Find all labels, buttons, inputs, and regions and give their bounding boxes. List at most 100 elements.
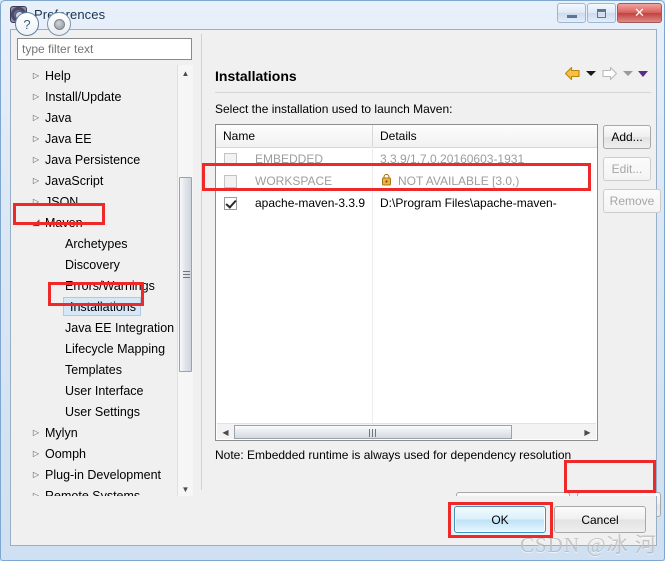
tree-item-label: JSON bbox=[45, 194, 79, 209]
tree-item-help[interactable]: Help bbox=[29, 65, 71, 86]
forward-arrow-icon bbox=[602, 66, 618, 81]
preferences-tree[interactable]: Help Install/Update Java Java EE Java Persis… bbox=[17, 65, 192, 515]
page-title: Installations bbox=[215, 68, 297, 84]
tree-item-label: Maven bbox=[45, 215, 83, 230]
title-bar: Preferences ✕ bbox=[1, 1, 664, 28]
tree-item-label: Java EE Integration bbox=[65, 320, 175, 335]
tree-selection-highlight: Installations bbox=[63, 297, 142, 316]
remove-button: Remove bbox=[603, 189, 661, 213]
tree-collapse-icon[interactable] bbox=[29, 135, 43, 143]
cell-details: 3.3.9/1.7.0.20160603-1931 bbox=[380, 152, 525, 166]
tree-item-label: Oomph bbox=[45, 446, 86, 461]
back-arrow-icon[interactable] bbox=[564, 66, 581, 81]
tree-item-install-update[interactable]: Install/Update bbox=[29, 86, 121, 107]
tree-item-installations[interactable]: Installations bbox=[63, 296, 142, 317]
tree-item-java-ee-integration[interactable]: Java EE Integration bbox=[63, 317, 174, 338]
tree-collapse-icon[interactable] bbox=[29, 72, 43, 80]
tree-item-label: Java bbox=[45, 110, 72, 125]
tree-item-plug-in-development[interactable]: Plug-in Development bbox=[29, 464, 161, 485]
maximize-button[interactable] bbox=[587, 3, 616, 23]
table-row[interactable]: apache-maven-3.3.9 D:\Program Files\apac… bbox=[216, 192, 597, 214]
tree-item-label: Java EE bbox=[45, 131, 92, 146]
table-row[interactable]: EMBEDDED 3.3.9/1.7.0.20160603-1931 bbox=[216, 148, 597, 170]
add-button-label: Add... bbox=[611, 130, 643, 144]
column-header-name[interactable]: Name bbox=[216, 125, 255, 147]
filter-input[interactable] bbox=[17, 38, 192, 60]
tree-item-label: Installations bbox=[70, 299, 137, 314]
status-dot-icon[interactable] bbox=[47, 12, 71, 36]
warning-icon bbox=[382, 174, 391, 186]
tree-item-oomph[interactable]: Oomph bbox=[29, 443, 86, 464]
help-icon[interactable]: ? bbox=[15, 12, 39, 36]
scroll-right-icon[interactable]: ▶ bbox=[580, 425, 595, 439]
tree-collapse-icon[interactable] bbox=[29, 198, 43, 206]
tree-item-errors-warnings[interactable]: Errors/Warnings bbox=[63, 275, 155, 296]
tree-item-label: Plug-in Development bbox=[45, 467, 162, 482]
close-button[interactable]: ✕ bbox=[617, 3, 662, 23]
tree-vscroll-thumb[interactable] bbox=[179, 177, 192, 372]
cell-details: D:\Program Files\apache-maven- bbox=[380, 196, 557, 210]
table-horizontal-scrollbar[interactable]: ◀ ▶ bbox=[217, 423, 596, 439]
minimize-icon bbox=[566, 14, 577, 18]
tree-item-templates[interactable]: Templates bbox=[63, 359, 122, 380]
tree-item-json[interactable]: JSON bbox=[29, 191, 78, 212]
tree-collapse-icon[interactable] bbox=[29, 429, 43, 437]
tree-item-label: Java Persistence bbox=[45, 152, 141, 167]
installations-pane: Installations Select the installation us… bbox=[211, 30, 661, 493]
table-header: Name Details bbox=[216, 125, 597, 148]
tree-item-label: Archetypes bbox=[65, 236, 128, 251]
tree-collapse-icon[interactable] bbox=[29, 93, 43, 101]
tree-item-label: Lifecycle Mapping bbox=[65, 341, 166, 356]
tree-item-user-settings[interactable]: User Settings bbox=[63, 401, 140, 422]
preferences-dialog: Preferences ✕ Help Install/Update Java Java… bbox=[0, 0, 665, 561]
tree-item-lifecycle-mapping[interactable]: Lifecycle Mapping bbox=[63, 338, 165, 359]
scroll-down-icon[interactable]: ▼ bbox=[178, 481, 193, 497]
cell-name: EMBEDDED bbox=[255, 152, 324, 166]
tree-item-maven[interactable]: Maven bbox=[29, 212, 83, 233]
edit-button-label: Edit... bbox=[611, 162, 643, 176]
tree-item-discovery[interactable]: Discovery bbox=[63, 254, 120, 275]
back-dropdown-icon[interactable] bbox=[586, 71, 596, 76]
cell-details: NOT AVAILABLE [3.0,) bbox=[398, 174, 520, 188]
ok-label: OK bbox=[491, 512, 509, 527]
pane-description: Select the installation used to launch M… bbox=[215, 102, 453, 116]
tree-collapse-icon[interactable] bbox=[29, 114, 43, 122]
view-menu-icon[interactable] bbox=[638, 70, 648, 77]
cancel-label: Cancel bbox=[581, 512, 619, 527]
tree-collapse-icon[interactable] bbox=[29, 471, 43, 479]
edit-button: Edit... bbox=[603, 157, 651, 181]
tree-item-label: JavaScript bbox=[45, 173, 104, 188]
tree-item-label: User Settings bbox=[65, 404, 141, 419]
table-row[interactable]: WORKSPACE NOT AVAILABLE [3.0,) bbox=[216, 170, 597, 192]
remove-button-label: Remove bbox=[609, 194, 655, 208]
dialog-client: Help Install/Update Java Java EE Java Persis… bbox=[10, 29, 661, 524]
scroll-left-icon[interactable]: ◀ bbox=[218, 425, 233, 439]
tree-item-archetypes[interactable]: Archetypes bbox=[63, 233, 128, 254]
tree-item-java-ee[interactable]: Java EE bbox=[29, 128, 92, 149]
tree-expand-icon[interactable] bbox=[29, 218, 43, 227]
add-button[interactable]: Add... bbox=[603, 125, 651, 149]
tree-item-mylyn[interactable]: Mylyn bbox=[29, 422, 78, 443]
row-checkbox[interactable] bbox=[224, 174, 237, 188]
tree-item-label: Mylyn bbox=[45, 425, 78, 440]
tree-collapse-icon[interactable] bbox=[29, 450, 43, 458]
maximize-icon bbox=[597, 8, 606, 18]
title-separator bbox=[215, 92, 651, 93]
tree-collapse-icon[interactable] bbox=[29, 177, 43, 185]
tree-collapse-icon[interactable] bbox=[29, 156, 43, 164]
row-checkbox[interactable] bbox=[224, 152, 237, 166]
tree-vertical-scrollbar[interactable]: ▲ ▼ bbox=[177, 65, 193, 497]
tree-item-java[interactable]: Java bbox=[29, 107, 71, 128]
tree-item-user-interface[interactable]: User Interface bbox=[63, 380, 144, 401]
table-hscroll-thumb[interactable] bbox=[234, 425, 512, 439]
forward-dropdown-icon[interactable] bbox=[623, 71, 633, 76]
scroll-up-icon[interactable]: ▲ bbox=[178, 65, 193, 81]
column-header-details[interactable]: Details bbox=[373, 125, 417, 147]
pane-divider bbox=[201, 34, 202, 490]
minimize-button[interactable] bbox=[557, 3, 586, 23]
installations-table[interactable]: Name Details EMBEDDED 3.3.9/1.7.0.201606… bbox=[215, 124, 598, 441]
tree-item-javascript[interactable]: JavaScript bbox=[29, 170, 103, 191]
row-checkbox[interactable] bbox=[224, 196, 237, 210]
tree-item-label: Discovery bbox=[65, 257, 120, 272]
tree-item-java-persistence[interactable]: Java Persistence bbox=[29, 149, 140, 170]
